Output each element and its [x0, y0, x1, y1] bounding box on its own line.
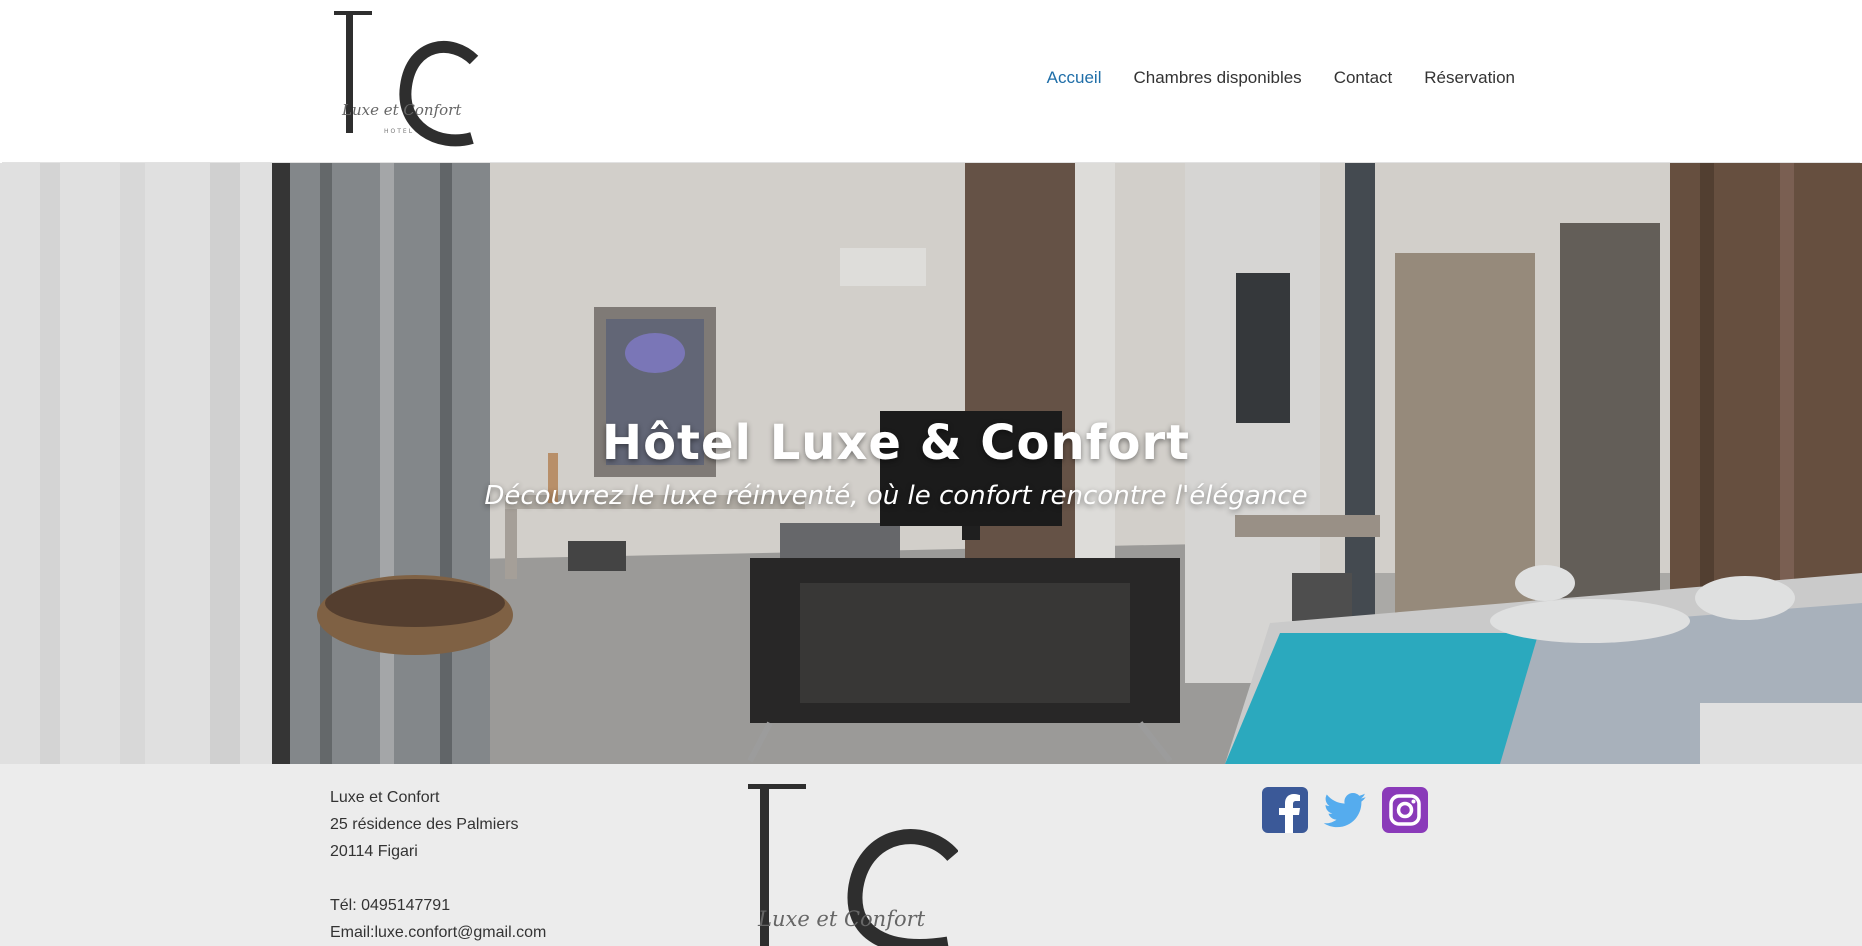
hero-title: Hôtel Luxe & Confort — [601, 415, 1191, 471]
twitter-icon[interactable] — [1322, 787, 1368, 833]
site-header: Luxe et Confort HOTEL Accueil Chambres d… — [2, 0, 1860, 163]
hero-text: Hôtel Luxe & Confort Découvrez le luxe r… — [0, 415, 1862, 511]
footer-address: Luxe et Confort 25 résidence des Palmier… — [330, 784, 546, 946]
svg-text:Luxe et Confort: Luxe et Confort — [757, 907, 926, 931]
nav-contact[interactable]: Contact — [1334, 68, 1393, 88]
hero-subtitle: Découvrez le luxe réinventé, où le confo… — [484, 481, 1308, 511]
svg-text:Luxe et Confort: Luxe et Confort — [341, 101, 462, 119]
main-nav: Accueil Chambres disponibles Contact Rés… — [1047, 68, 1515, 88]
nav-reservation[interactable]: Réservation — [1424, 68, 1515, 88]
site-footer: Luxe et Confort 25 résidence des Palmier… — [0, 764, 1862, 946]
footer-spacer — [330, 865, 546, 892]
footer-city: 20114 Figari — [330, 843, 418, 860]
footer-logo: Luxe et Confort — [748, 784, 959, 946]
svg-text:HOTEL: HOTEL — [384, 128, 414, 135]
hotel-logo[interactable]: Luxe et Confort HOTEL — [334, 8, 484, 153]
footer-email[interactable]: Email:luxe.confort@gmail.com — [330, 919, 546, 946]
instagram-icon[interactable] — [1382, 787, 1428, 833]
nav-chambres-disponibles[interactable]: Chambres disponibles — [1133, 68, 1301, 88]
footer-hotel-name: Luxe et Confort — [330, 789, 440, 806]
hero-banner: Hôtel Luxe & Confort Découvrez le luxe r… — [0, 163, 1862, 764]
footer-street: 25 résidence des Palmiers — [330, 816, 519, 833]
social-links — [1262, 787, 1428, 833]
footer-phone: Tél: 0495147791 — [330, 897, 451, 914]
nav-accueil[interactable]: Accueil — [1047, 68, 1102, 88]
facebook-icon[interactable] — [1262, 787, 1308, 833]
